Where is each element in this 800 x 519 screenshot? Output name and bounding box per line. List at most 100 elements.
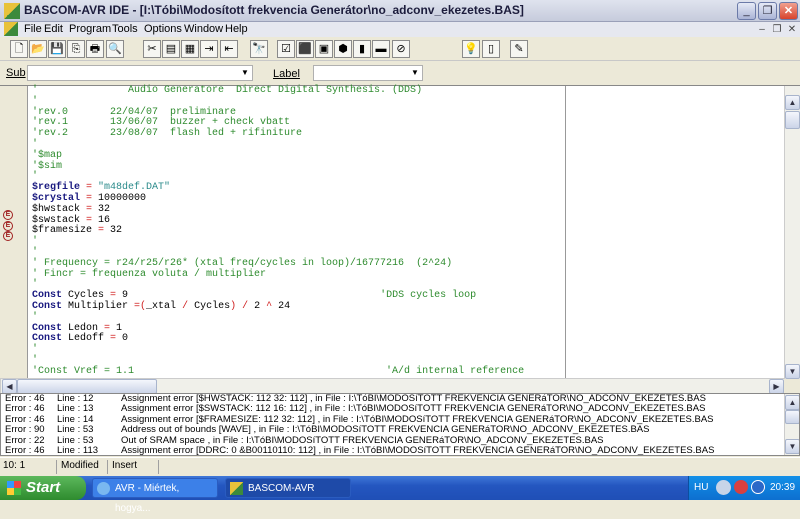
label-combo[interactable]: ▼ [313, 65, 423, 81]
right-margin-line [565, 86, 566, 379]
code-token: ' Audio Generatore Direct Digital Synthe… [32, 85, 423, 96]
cut-button[interactable]: ✂ [143, 40, 161, 58]
code-token: 16 [98, 214, 111, 226]
scroll-left-button[interactable]: ◀ [2, 379, 17, 394]
chevron-down-icon[interactable]: ▼ [238, 66, 252, 80]
lib-manager-button[interactable]: ✎ [510, 40, 528, 58]
print-preview-button[interactable]: 🔍 [106, 40, 124, 58]
terminal-icon: ▬ [375, 43, 387, 55]
lib-manager-icon: ✎ [514, 43, 524, 55]
menu-window[interactable]: Window [184, 23, 223, 35]
clock: 20:39 [770, 482, 796, 493]
code-token: ' [32, 138, 39, 150]
save-as-button[interactable]: ⎘ [67, 40, 85, 58]
minimize-button[interactable]: _ [737, 2, 756, 20]
code-token: =( [134, 300, 147, 312]
code-token: 'rev.0 22/04/07 preliminare [32, 106, 237, 118]
program-chip-button[interactable]: ▮ [353, 40, 371, 58]
language-indicator[interactable]: HU [694, 482, 708, 493]
scroll-down-button[interactable]: ▼ [785, 364, 800, 379]
code-token: = [92, 225, 111, 237]
paste-button[interactable]: ▦ [181, 40, 199, 58]
start-button[interactable]: Start [0, 476, 86, 500]
open-folder-button[interactable]: 📂 [29, 40, 47, 58]
info-icon[interactable] [751, 480, 765, 494]
report-button[interactable]: ▣ [315, 40, 333, 58]
code-token: = [80, 182, 99, 194]
code-line: ' Audio Generatore Direct Digital Synthe… [32, 85, 524, 97]
mdi-restore-button[interactable]: ❐ [770, 24, 784, 36]
scroll-right-button[interactable]: ▶ [769, 379, 784, 394]
menu-options[interactable]: Options [144, 23, 182, 35]
vertical-scrollbar[interactable]: ▲ ▼ [784, 86, 800, 379]
code-token: = [80, 192, 99, 204]
code-token: ' [32, 236, 39, 248]
error-row[interactable]: Error : 90 Line : 53 Address out of bounds… [1, 424, 799, 436]
code-line: $framesize = 32 [32, 225, 524, 237]
menu-help[interactable]: Help [225, 23, 248, 35]
scroll-up-button[interactable]: ▲ [785, 395, 799, 410]
code-token: 1 [116, 322, 123, 334]
error-list[interactable]: Error : 46 Line : 12 Assignment error [$HW… [0, 393, 800, 456]
cursor-position: 10: 1 [0, 460, 57, 474]
error-vertical-scrollbar[interactable]: ▲ ▼ [784, 394, 799, 455]
close-button[interactable]: ✕ [779, 2, 798, 20]
find-button[interactable]: 🔭 [250, 40, 268, 58]
scroll-down-button[interactable]: ▼ [785, 439, 799, 454]
document-icon[interactable] [4, 22, 18, 36]
restore-button[interactable]: ❐ [758, 2, 777, 20]
app-icon[interactable] [4, 3, 20, 19]
stop-button[interactable]: ⊘ [392, 40, 410, 58]
code-token: 'rev.1 13/06/07 buzzer + check vbatt [32, 117, 291, 129]
task-label: BASCOM-AVR [248, 483, 315, 494]
scroll-thumb[interactable] [785, 111, 800, 129]
menu-edit[interactable]: Edit [44, 23, 63, 35]
mdi-close-button[interactable]: ✕ [785, 24, 799, 36]
copy-button[interactable]: ▤ [162, 40, 180, 58]
compile-button[interactable]: ⬛ [296, 40, 314, 58]
simulate-button[interactable]: ⬢ [334, 40, 352, 58]
error-msg: Address out of bounds [WAVE] , in File :… [121, 424, 650, 436]
horizontal-scrollbar[interactable]: ◀ ▶ [0, 378, 784, 394]
network-icon[interactable] [734, 480, 748, 494]
code-token: ' Fincr = frequenza voluta / multiplier [32, 268, 267, 280]
menu-file[interactable]: File [24, 23, 42, 35]
code-line: Const Multiplier =(_xtal / Cycles) / 2 ^… [32, 300, 524, 313]
menu-tools[interactable]: Tools [112, 23, 138, 35]
print-button[interactable]: 🖶 [86, 40, 104, 58]
exit-button[interactable]: ▯ [482, 40, 500, 58]
scroll-thumb[interactable] [785, 410, 799, 424]
task-browser[interactable]: AVR - Miértek, hogya... [92, 478, 218, 514]
error-marker-icon[interactable]: E [3, 220, 13, 231]
mdi-minimize-button[interactable]: – [755, 24, 769, 36]
task-bascom[interactable]: BASCOM-AVR [225, 478, 351, 498]
menu-program[interactable]: Program [69, 23, 111, 35]
scroll-up-button[interactable]: ▲ [785, 95, 800, 110]
code-token: '$sim [32, 160, 63, 172]
code-token: $hwstack [32, 203, 81, 215]
new-file-icon: 🗋 [14, 43, 24, 55]
error-marker-icon[interactable]: E [3, 209, 13, 220]
unindent-button[interactable]: ⇤ [220, 40, 238, 58]
back-arrow-icon[interactable] [716, 480, 731, 495]
cut-icon: ✂ [147, 43, 157, 55]
program-chip-icon: ▮ [358, 43, 366, 55]
tip-button[interactable]: 💡 [462, 40, 480, 58]
chevron-down-icon[interactable]: ▼ [408, 66, 422, 80]
indent-button[interactable]: ⇥ [200, 40, 218, 58]
code-token: 24 [272, 300, 291, 312]
syntax-check-button[interactable]: ☑ [277, 40, 295, 58]
code-text[interactable]: ' Audio Generatore Direct Digital Synthe… [32, 85, 524, 378]
windows-logo-icon [7, 481, 21, 495]
error-row[interactable]: Error : 46 Line : 113 Assignment error [DD… [1, 444, 799, 456]
code-token: 32 [110, 225, 123, 237]
code-token: ' [32, 311, 39, 323]
error-msg: Assignment error [DDRC: 0 &B00110110: 11… [121, 444, 715, 456]
new-file-button[interactable]: 🗋 [10, 40, 28, 58]
code-editor[interactable]: ' Audio Generatore Direct Digital Synthe… [0, 85, 800, 379]
navigation-bar: Sub ▼ Label ▼ [0, 62, 800, 84]
terminal-button[interactable]: ▬ [372, 40, 390, 58]
save-button[interactable]: 💾 [48, 40, 66, 58]
horizontal-scroll-thumb[interactable] [17, 379, 157, 394]
sub-combo[interactable]: ▼ [27, 65, 253, 81]
